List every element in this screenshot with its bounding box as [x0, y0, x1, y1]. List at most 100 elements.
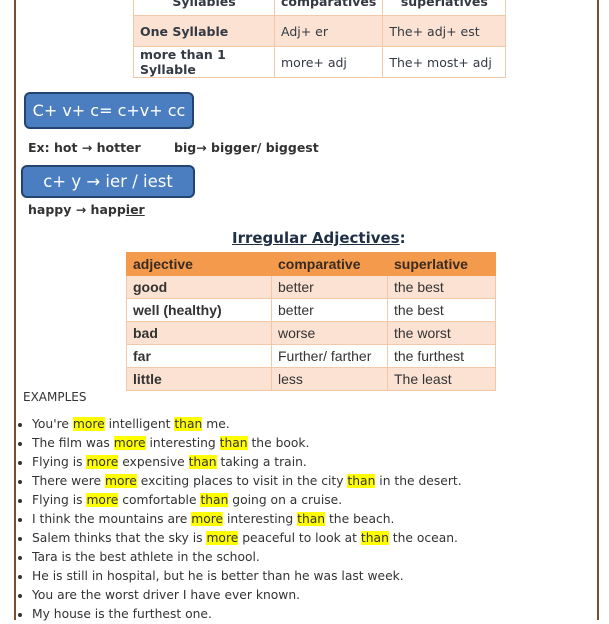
example-item: I think the mountains are more interesti… [14, 510, 462, 529]
example-text: interesting [223, 512, 298, 526]
example-happy: happy → happier [28, 202, 145, 217]
cell-comparative: better [271, 275, 388, 299]
highlighted-word: more [113, 436, 146, 450]
table-row: more than 1 Syllable more+ adj The+ most… [133, 46, 507, 78]
example-text: the book. [247, 436, 310, 450]
bullet-icon [18, 480, 22, 484]
example-text: I think the mountains are [32, 512, 192, 526]
example-text: The film was [32, 436, 114, 450]
table-row: well (healthy) better the best [126, 298, 496, 322]
cell-superlative: the furthest [387, 344, 496, 368]
table-row: One Syllable Adj+ er The+ adj+ est [133, 15, 507, 47]
example-item: My house is the furthest one. [14, 605, 462, 624]
header-comparatives: comparatives [273, 0, 384, 16]
bullet-icon [18, 613, 22, 617]
header-superlative: superlative [387, 252, 496, 276]
example-item: You're more intelligent than me. [14, 415, 462, 434]
cell-adjective: bad [126, 321, 272, 345]
example-hot: Ex: hot → hotter [28, 140, 141, 155]
example-text: hot → hotter [53, 140, 141, 155]
page-border-right [597, 0, 599, 620]
irregular-title-text: Irregular Adjectives [232, 229, 400, 247]
example-text: Flying is [32, 455, 87, 469]
examples-list: You're more intelligent than me. The film… [14, 415, 462, 624]
example-text: interesting [145, 436, 220, 450]
bullet-icon [18, 423, 22, 427]
example-text: going on a cruise. [228, 493, 343, 507]
cell-superlative: the best [387, 298, 496, 322]
table-row: little less The least [126, 367, 496, 391]
cell-syllables: more than 1 Syllable [133, 46, 275, 78]
example-text: My house is the furthest one. [32, 607, 212, 621]
highlighted-word: than [219, 436, 248, 450]
example-item: Tara is the best athlete in the school. [14, 548, 462, 567]
example-text: You are the worst driver I have ever kno… [32, 588, 301, 602]
highlighted-word: than [360, 531, 389, 545]
table-header-row: adjective comparative superlative [126, 252, 496, 276]
bullet-icon [18, 575, 22, 579]
irregular-title-colon: : [399, 229, 406, 247]
bullet-icon [18, 537, 22, 541]
cell-comparative: more+ adj [273, 46, 384, 78]
rule-box-cy: c+ y → ier / iest [21, 165, 195, 198]
example-text: big→ bigger/ biggest [174, 140, 319, 155]
example-item: Salem thinks that the sky is more peacef… [14, 529, 462, 548]
example-text: happy → happ [28, 202, 126, 217]
cell-comparative: Adj+ er [273, 15, 384, 47]
cell-adjective: well (healthy) [126, 298, 272, 322]
cell-adjective: far [126, 344, 272, 368]
table-header-row: Syllables comparatives superlatives [133, 0, 507, 16]
cell-superlative: The least [387, 367, 496, 391]
example-item: You are the worst driver I have ever kno… [14, 586, 462, 605]
example-text: He is still in hospital, but he is bette… [32, 569, 404, 583]
cell-superlative: The+ adj+ est [382, 15, 507, 47]
bullet-icon [18, 461, 22, 465]
example-text: me. [202, 417, 230, 431]
highlighted-word: more [72, 417, 105, 431]
cell-comparative: better [271, 298, 388, 322]
highlighted-word: than [297, 512, 326, 526]
example-text: expensive [118, 455, 189, 469]
cell-superlative: the best [387, 275, 496, 299]
highlighted-word: more [86, 493, 119, 507]
example-text: You're [32, 417, 73, 431]
header-adjective: adjective [126, 252, 272, 276]
highlighted-word: than [188, 455, 217, 469]
cell-superlative: The+ most+ adj [382, 46, 507, 78]
example-text: the beach. [325, 512, 395, 526]
rule-formula: C+ v+ c= c+v+ cc [32, 101, 186, 120]
bullet-icon [18, 556, 22, 560]
examples-label: EXAMPLES [23, 390, 87, 404]
example-text: There were [32, 474, 106, 488]
table-row: good better the best [126, 275, 496, 299]
bullet-icon [18, 499, 22, 503]
highlighted-word: more [86, 455, 119, 469]
highlighted-word: more [191, 512, 224, 526]
bullet-icon [18, 518, 22, 522]
example-text: peaceful to look at [238, 531, 361, 545]
example-item: The film was more interesting than the b… [14, 434, 462, 453]
irregular-adjectives-table: adjective comparative superlative good b… [126, 252, 496, 391]
header-superlatives: superlatives [382, 0, 507, 16]
cell-comparative: less [271, 367, 388, 391]
highlighted-word: more [105, 474, 137, 488]
rule-box-cvc: C+ v+ c= c+v+ cc [24, 92, 194, 129]
example-text: the ocean. [388, 531, 458, 545]
header-syllables: Syllables [133, 0, 275, 16]
cell-superlative: the worst [387, 321, 496, 345]
example-text: Tara is the best athlete in the school. [32, 550, 260, 564]
example-text: in the desert. [375, 474, 462, 488]
example-prefix: Ex: [28, 140, 50, 155]
example-item: Flying is more comfortable than going on… [14, 491, 462, 510]
example-big: big→ bigger/ biggest [174, 140, 319, 155]
cell-syllables: One Syllable [133, 15, 275, 47]
example-item: He is still in hospital, but he is bette… [14, 567, 462, 586]
rule-formula: c+ y → ier / iest [43, 172, 173, 191]
example-text: Flying is [32, 493, 87, 507]
example-text: taking a train. [216, 455, 307, 469]
bullet-icon [18, 594, 22, 598]
example-text: intelligent [104, 417, 175, 431]
example-item: There were more exciting places to visit… [14, 472, 462, 491]
example-text: comfortable [118, 493, 201, 507]
syllable-rules-table: Syllables comparatives superlatives One … [133, 0, 507, 78]
